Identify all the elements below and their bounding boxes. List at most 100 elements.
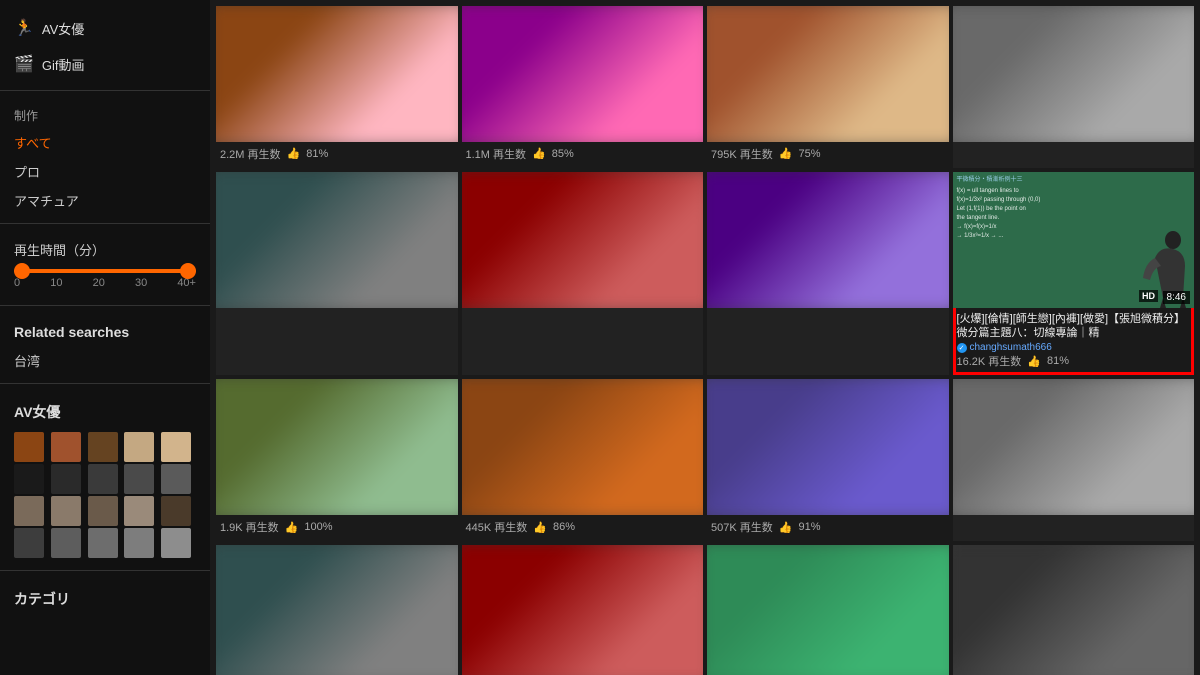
chalkboard-content: 平微積分・積漸析例十三 f(x) = ull tangen lines to f… [957, 176, 1041, 241]
range-track[interactable] [14, 269, 196, 273]
av-swatch[interactable] [51, 496, 81, 526]
av-swatch[interactable] [124, 432, 154, 462]
sidebar-gif-label: Gif動画 [42, 55, 85, 74]
video-card[interactable]: 552K 再生数👍84% [707, 545, 949, 675]
video-stats: 16.2K 再生数👍81% [957, 353, 1191, 369]
video-card[interactable]: 1.1M 再生数👍85% [462, 6, 704, 168]
video-channel[interactable]: ✓changhsumath666 [957, 342, 1191, 353]
category-label: カテゴリ [0, 579, 210, 615]
av-swatch[interactable] [124, 528, 154, 558]
av-swatch[interactable] [124, 496, 154, 526]
view-count: 507K 再生数 [711, 519, 773, 535]
sidebar-item-gif[interactable]: 🎬 Gif動画 [0, 46, 210, 82]
video-thumbnail [462, 545, 704, 675]
thumb-image [216, 172, 458, 308]
production-pro[interactable]: プロ [0, 157, 210, 186]
av-color-grid [0, 428, 210, 562]
like-rate: 91% [798, 521, 820, 533]
video-thumbnail [216, 545, 458, 675]
thumb-image [953, 6, 1195, 142]
video-card[interactable] [462, 172, 704, 375]
view-count: 16.2K 再生数 [957, 353, 1022, 369]
video-thumbnail [462, 379, 704, 515]
video-card[interactable]: 2.2M 再生数👍81% [216, 6, 458, 168]
hd-badge: HD [1139, 290, 1158, 302]
like-rate: 75% [798, 148, 820, 160]
video-stats: 1.9K 再生数👍100% [220, 519, 454, 535]
video-meta: 507K 再生数👍91% [707, 515, 949, 541]
like-rate: 81% [1047, 355, 1069, 367]
video-stats: 2.2M 再生数👍81% [220, 146, 454, 162]
thumb-image [707, 6, 949, 142]
video-thumbnail [953, 379, 1195, 515]
production-label: 制作 [0, 99, 210, 128]
verified-badge: ✓ [957, 343, 967, 353]
thumb-image [953, 545, 1195, 675]
video-meta: 1.1M 再生数👍85% [462, 142, 704, 168]
video-card[interactable]: 795K 再生数👍75% [707, 6, 949, 168]
video-card[interactable]: 1.6M 再生数👍81% [462, 545, 704, 675]
sidebar-item-av[interactable]: 🏃 AV女優 [0, 10, 210, 46]
video-thumbnail [953, 545, 1195, 675]
duration-badge: 8:46 [1163, 291, 1190, 304]
video-thumbnail [707, 6, 949, 142]
av-swatch[interactable] [161, 432, 191, 462]
av-swatch[interactable] [161, 496, 191, 526]
production-amateur[interactable]: アマチュア [0, 186, 210, 215]
video-thumbnail [216, 172, 458, 308]
av-swatch[interactable] [14, 496, 44, 526]
video-card[interactable]: 平微積分・積漸析例十三 f(x) = ull tangen lines to f… [953, 172, 1195, 375]
av-swatch[interactable] [88, 464, 118, 494]
video-card[interactable] [953, 379, 1195, 541]
video-card[interactable]: 1.9K 再生数👍100% [216, 379, 458, 541]
video-thumbnail: 平微積分・積漸析例十三 f(x) = ull tangen lines to f… [953, 172, 1195, 308]
video-card[interactable]: 507K 再生数👍91% [707, 379, 949, 541]
video-stats: 507K 再生数👍91% [711, 519, 945, 535]
thumb-image [707, 379, 949, 515]
video-meta: 1.9K 再生数👍100% [216, 515, 458, 541]
video-card[interactable]: 445K 再生数👍86% [462, 379, 704, 541]
video-title: [火爆][倫情][師生戀][內褲][做愛]【張旭微積分】微分篇主題八：切線專論｜… [957, 312, 1191, 341]
av-swatch[interactable] [88, 496, 118, 526]
thumb-image [707, 172, 949, 308]
thumb-image [216, 6, 458, 142]
range-fill [14, 269, 196, 273]
av-swatch[interactable] [161, 528, 191, 558]
video-card[interactable]: 104K 再生数👍73% [216, 545, 458, 675]
video-meta: 445K 再生数👍86% [462, 515, 704, 541]
av-swatch[interactable] [14, 464, 44, 494]
video-card[interactable] [216, 172, 458, 375]
video-thumbnail [462, 172, 704, 308]
av-swatch[interactable] [14, 528, 44, 558]
av-swatch[interactable] [88, 432, 118, 462]
related-tag-taiwan[interactable]: 台湾 [0, 346, 210, 375]
av-swatch[interactable] [124, 464, 154, 494]
sidebar-av-label: AV女優 [42, 19, 84, 38]
range-tick-20: 20 [93, 277, 105, 289]
thumb-image [216, 379, 458, 515]
av-swatch[interactable] [14, 432, 44, 462]
av-swatch[interactable] [88, 528, 118, 558]
thumb-image [216, 545, 458, 675]
range-thumb-left[interactable] [14, 263, 30, 279]
like-rate: 86% [553, 521, 575, 533]
related-searches-label: Related searches [0, 314, 210, 346]
video-thumbnail [707, 379, 949, 515]
thumb-image [462, 545, 704, 675]
av-icon: 🏃 [14, 18, 34, 38]
video-meta: 2.2M 再生数👍81% [216, 142, 458, 168]
av-swatch[interactable] [51, 432, 81, 462]
channel-name: changhsumath666 [970, 342, 1052, 353]
av-swatch[interactable] [51, 464, 81, 494]
video-thumbnail [216, 379, 458, 515]
video-card[interactable] [953, 6, 1195, 168]
video-meta: 795K 再生数👍75% [707, 142, 949, 168]
like-rate: 85% [552, 148, 574, 160]
production-all[interactable]: すべて [0, 128, 210, 157]
video-meta: [火爆][倫情][師生戀][內褲][做愛]【張旭微積分】微分篇主題八：切線專論｜… [953, 308, 1195, 376]
av-swatch[interactable] [51, 528, 81, 558]
range-thumb-right[interactable] [180, 263, 196, 279]
video-card[interactable] [707, 172, 949, 375]
av-swatch[interactable] [161, 464, 191, 494]
video-card[interactable]: 246K 再生数👍79% [953, 545, 1195, 675]
